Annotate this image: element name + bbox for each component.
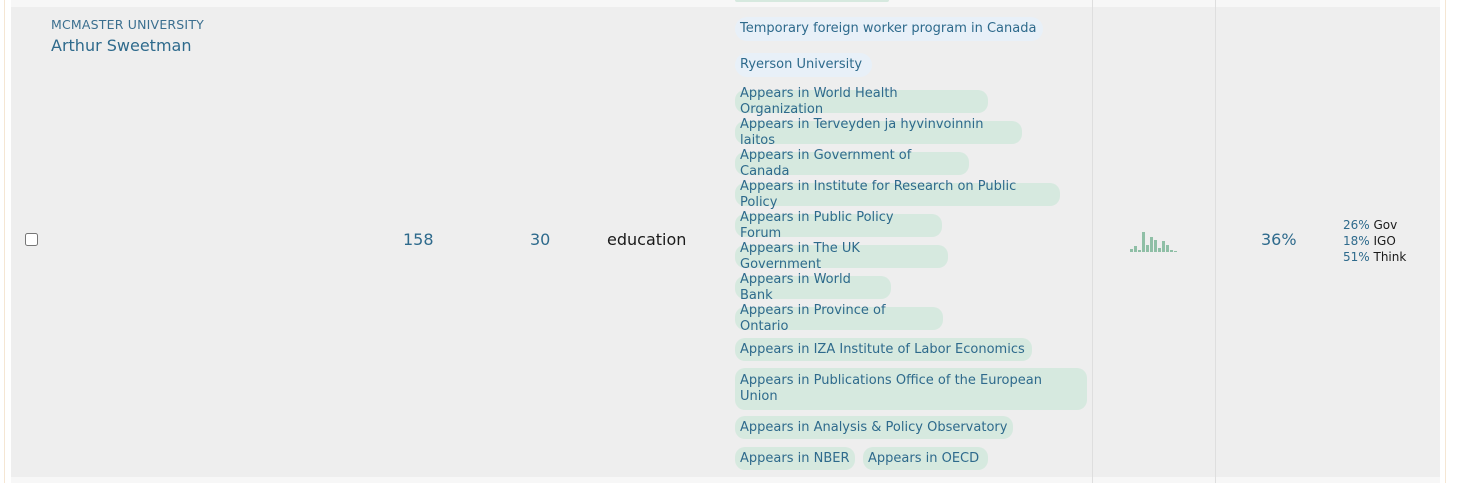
distribution-row-gov: 26% Gov: [1343, 217, 1406, 233]
sparkline-bar: [1166, 245, 1169, 252]
table-row: [11, 7, 1440, 477]
sparkline-bar: [1174, 251, 1177, 252]
sparkline-bar: [1170, 250, 1173, 252]
appears-in-tag[interactable]: Appears in Publications Office of the Eu…: [735, 368, 1087, 410]
affiliation-label: MCMASTER UNIVERSITY: [51, 17, 204, 32]
percent-value: 36%: [1261, 230, 1297, 249]
appears-in-tag[interactable]: Appears in World Bank: [735, 272, 891, 303]
distribution-label: IGO: [1373, 234, 1396, 248]
appears-in-tag[interactable]: Appears in OECD: [863, 447, 988, 470]
person-name-link[interactable]: Arthur Sweetman: [51, 36, 191, 55]
distribution-percent: 26%: [1343, 218, 1370, 232]
distribution-label: Gov: [1373, 218, 1398, 232]
count-a-link[interactable]: 158: [403, 230, 434, 249]
distribution-label: Think: [1373, 250, 1407, 264]
next-row-edge: [11, 477, 1440, 483]
appears-in-tag[interactable]: Appears in Institute for Research on Pub…: [735, 179, 1060, 210]
sparkline-bar: [1134, 246, 1137, 252]
distribution-row-igo: 18% IGO: [1343, 233, 1406, 249]
appears-in-tag[interactable]: Appears in Province of Ontario: [735, 303, 943, 334]
sparkline-bar: [1138, 250, 1141, 252]
distribution-row-think: 51% Think: [1343, 249, 1406, 265]
appears-in-tag[interactable]: Appears in NBER: [735, 447, 855, 470]
topic-label: education: [607, 230, 687, 249]
appears-in-tag[interactable]: Appears in Analysis & Policy Observatory: [735, 416, 1013, 439]
topic-tag[interactable]: Ryerson University: [735, 53, 872, 77]
audience-distribution: 26% Gov 18% IGO 51% Think: [1343, 217, 1406, 265]
sparkline-bar: [1150, 237, 1153, 252]
sparkline-bar: [1162, 241, 1165, 252]
appears-in-tag[interactable]: Appears in World Health Organization: [735, 86, 988, 117]
sparkline-bar: [1142, 232, 1145, 252]
previous-tag-edge: [735, 0, 889, 2]
sparkline-bar: [1146, 245, 1149, 252]
appears-in-tag[interactable]: Appears in Public Policy Forum: [735, 210, 942, 241]
appears-in-tag[interactable]: Appears in The UK Government: [735, 241, 948, 272]
distribution-percent: 18%: [1343, 234, 1370, 248]
activity-sparkline-icon: [1130, 232, 1177, 252]
count-b-link[interactable]: 30: [530, 230, 550, 249]
previous-row-edge: [11, 0, 1440, 7]
appears-in-tag[interactable]: Appears in Terveyden ja hyvinvoinnin lai…: [735, 117, 1022, 148]
distribution-percent: 51%: [1343, 250, 1370, 264]
sparkline-bar: [1154, 240, 1157, 252]
column-divider: [1092, 0, 1093, 483]
row-select-checkbox[interactable]: [25, 233, 38, 246]
appears-in-tag[interactable]: Appears in Government of Canada: [735, 148, 969, 179]
topic-tag[interactable]: Temporary foreign worker program in Cana…: [735, 17, 1043, 41]
sparkline-bar: [1130, 249, 1133, 252]
column-divider: [1215, 0, 1216, 483]
sparkline-bar: [1158, 248, 1161, 252]
appears-in-tag[interactable]: Appears in IZA Institute of Labor Econom…: [735, 338, 1032, 361]
